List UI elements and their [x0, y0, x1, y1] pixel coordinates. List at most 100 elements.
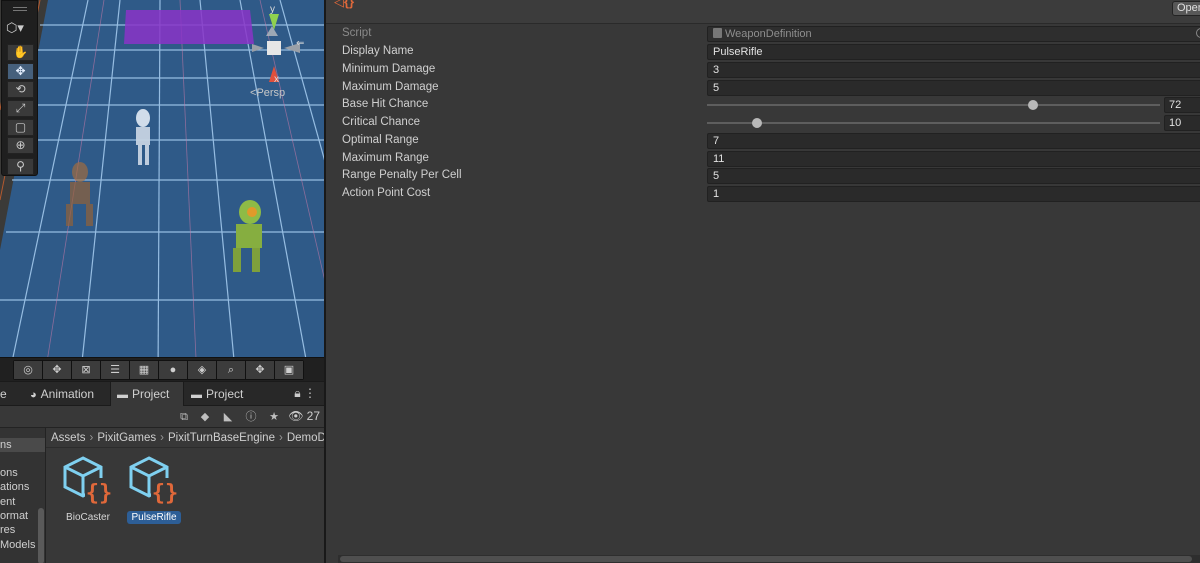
- prop-label: Action Point Cost: [342, 187, 431, 199]
- open-button[interactable]: Open: [1172, 1, 1200, 16]
- asset-tile-pulserifle[interactable]: {} PulseRifle: [124, 454, 184, 524]
- scene-overlay-button-icon[interactable]: ●: [159, 361, 187, 379]
- custom-tool-button[interactable]: ⚲: [7, 158, 34, 175]
- scene-overlay-button-icon[interactable]: ▦: [130, 361, 158, 379]
- scene-overlay-button-icon[interactable]: ◈: [188, 361, 216, 379]
- object-picker-icon[interactable]: [1196, 28, 1200, 38]
- view-mode-dropdown[interactable]: ⬡▾: [6, 20, 36, 38]
- move-tool-button[interactable]: ✥: [7, 63, 34, 80]
- prop-range-penalty: Range Penalty Per Cell 5: [326, 167, 1200, 185]
- prop-action-point-cost: Action Point Cost 1: [326, 185, 1200, 203]
- tab-animation[interactable]: ◕ Animation: [24, 382, 108, 406]
- prop-label: Base Hit Chance: [342, 98, 429, 110]
- svg-text:{}: {}: [152, 481, 179, 506]
- tree-item[interactable]: ent: [0, 495, 45, 509]
- gizmo-z-arrow: ⇐: [296, 38, 305, 49]
- move-icon: ✥: [15, 64, 26, 78]
- folder-icon: ▬: [117, 389, 128, 401]
- slider-knob[interactable]: [1028, 100, 1039, 110]
- rect-tool-button[interactable]: ▢: [7, 119, 34, 136]
- scene-overlay-button-icon[interactable]: ⊠: [72, 361, 100, 379]
- breadcrumb-item[interactable]: DemoD: [287, 432, 324, 444]
- scrollbar-thumb[interactable]: [340, 556, 1192, 562]
- hand-icon: ✋: [13, 45, 28, 59]
- scriptable-object-icon: {}: [61, 454, 115, 508]
- prop-minimum-damage: Minimum Damage 3: [326, 61, 1200, 79]
- tree-item[interactable]: ns: [0, 438, 45, 452]
- slider-track: [707, 122, 1160, 124]
- tab-project-active[interactable]: ▬ Project: [110, 382, 184, 406]
- critical-chance-field[interactable]: 10: [1164, 115, 1200, 131]
- prop-label: Script: [342, 27, 372, 39]
- tree-scrollbar[interactable]: [38, 508, 44, 563]
- scene-overlay-button-icon[interactable]: ▣: [275, 361, 303, 379]
- inspector-horizontal-scrollbar[interactable]: [338, 555, 1200, 563]
- transform-tool-button[interactable]: ⊕: [7, 137, 34, 154]
- project-window: e ◕ Animation ▬ Project ▬ Project 🔒︎ ⋮ ⧉ ◆ …: [0, 381, 324, 563]
- range-penalty-field[interactable]: 5: [707, 168, 1200, 184]
- asset-tile-biocaster[interactable]: {} BioCaster: [58, 454, 118, 524]
- project-toolbar: ⧉ ◆ ◣ ⓘ ★ 👁︎ 27: [0, 406, 324, 428]
- scene-view[interactable]: ⬡▾ ✋ ✥ ⟲ ⤢ ▢ ⊕ ⚲ y x ⇐ <Persp ◎ ✥ ⊠ ☰ ▦ ● ◈ ⌕ ✥ ▣: [0, 0, 324, 381]
- scene-overlay-toolbar: ◎ ✥ ⊠ ☰ ▦ ● ◈ ⌕ ✥ ▣: [0, 357, 324, 381]
- scene-overlay-button-group: ◎ ✥ ⊠ ☰ ▦ ● ◈ ⌕ ✥ ▣: [13, 360, 304, 380]
- tree-item[interactable]: ons: [0, 466, 45, 480]
- scene-overlay-button-icon[interactable]: ✥: [43, 361, 71, 379]
- rotate-icon: ⟲: [15, 82, 26, 96]
- action-point-cost-field[interactable]: 1: [707, 186, 1200, 202]
- slider-knob[interactable]: [751, 118, 762, 128]
- prop-label: Range Penalty Per Cell: [342, 169, 462, 181]
- scene-overlay-button-icon[interactable]: ✥: [246, 361, 274, 379]
- tree-item[interactable]: ations: [0, 480, 45, 494]
- scene-overlay-button-icon[interactable]: ⌕: [217, 361, 245, 379]
- filter-type-icon[interactable]: ◆: [197, 409, 213, 425]
- prop-script: Script WeaponDefinition: [326, 25, 1200, 43]
- inspector-header: ◁{} Open: [326, 0, 1200, 24]
- rotate-tool-button[interactable]: ⟲: [7, 81, 34, 98]
- prop-maximum-range: Maximum Range 11: [326, 150, 1200, 168]
- log-icon[interactable]: ⓘ: [243, 409, 259, 425]
- persp-label[interactable]: <Persp: [250, 87, 285, 99]
- filter-label-icon[interactable]: ◣: [220, 409, 236, 425]
- maximum-range-field[interactable]: 11: [707, 151, 1200, 167]
- scale-tool-button[interactable]: ⤢: [7, 100, 34, 117]
- hand-tool-button[interactable]: ✋: [7, 44, 34, 61]
- maximum-damage-field[interactable]: 5: [707, 80, 1200, 96]
- optimal-range-field[interactable]: 7: [707, 133, 1200, 149]
- scene-overlay-button-icon[interactable]: ◎: [14, 361, 42, 379]
- breadcrumb-item[interactable]: PixitTurnBaseEngine: [168, 432, 275, 444]
- orientation-gizmo[interactable]: y x ⇐: [244, 4, 314, 88]
- drag-grip[interactable]: [13, 7, 27, 11]
- prop-label: Minimum Damage: [342, 63, 436, 75]
- minimum-damage-field[interactable]: 3: [707, 62, 1200, 78]
- rect-icon: ▢: [14, 120, 27, 134]
- prop-label: Critical Chance: [342, 116, 420, 128]
- script-icon: [713, 28, 722, 38]
- breadcrumb-item[interactable]: PixitGames: [97, 432, 156, 444]
- favorite-star-icon[interactable]: ★: [266, 409, 282, 425]
- tab-project-second[interactable]: ▬ Project: [185, 382, 265, 406]
- asset-label: BioCaster: [66, 512, 110, 523]
- script-object-field[interactable]: WeaponDefinition: [707, 26, 1200, 42]
- breadcrumb-item[interactable]: Assets: [51, 432, 86, 444]
- base-hit-chance-field[interactable]: 72: [1164, 97, 1200, 113]
- prop-label: Optimal Range: [342, 134, 419, 146]
- critical-chance-slider[interactable]: [707, 114, 1160, 132]
- prop-label: Maximum Damage: [342, 81, 439, 93]
- display-name-field[interactable]: PulseRifle: [707, 44, 1200, 60]
- create-asset-icon[interactable]: ⧉: [176, 409, 192, 425]
- kebab-menu-icon[interactable]: ⋮: [304, 386, 316, 400]
- scene-overlay-button-icon[interactable]: ☰: [101, 361, 129, 379]
- scene-tool-strip: ⬡▾ ✋ ✥ ⟲ ⤢ ▢ ⊕ ⚲: [1, 0, 38, 176]
- prop-base-hit-chance: Base Hit Chance 72: [326, 96, 1200, 114]
- prop-label: Maximum Range: [342, 152, 429, 164]
- asset-label: PulseRifle: [127, 511, 181, 524]
- base-hit-chance-slider[interactable]: [707, 96, 1160, 114]
- transform-icon: ⊕: [15, 138, 26, 152]
- visible-count[interactable]: 👁︎ 27: [288, 409, 320, 423]
- tab-actions: 🔒︎ ⋮: [294, 386, 316, 401]
- tab-hierarchy[interactable]: e: [0, 382, 24, 406]
- svg-text:{}: {}: [86, 481, 113, 506]
- lock-icon[interactable]: 🔒︎: [294, 386, 300, 400]
- eye-icon: 👁︎: [288, 409, 304, 423]
